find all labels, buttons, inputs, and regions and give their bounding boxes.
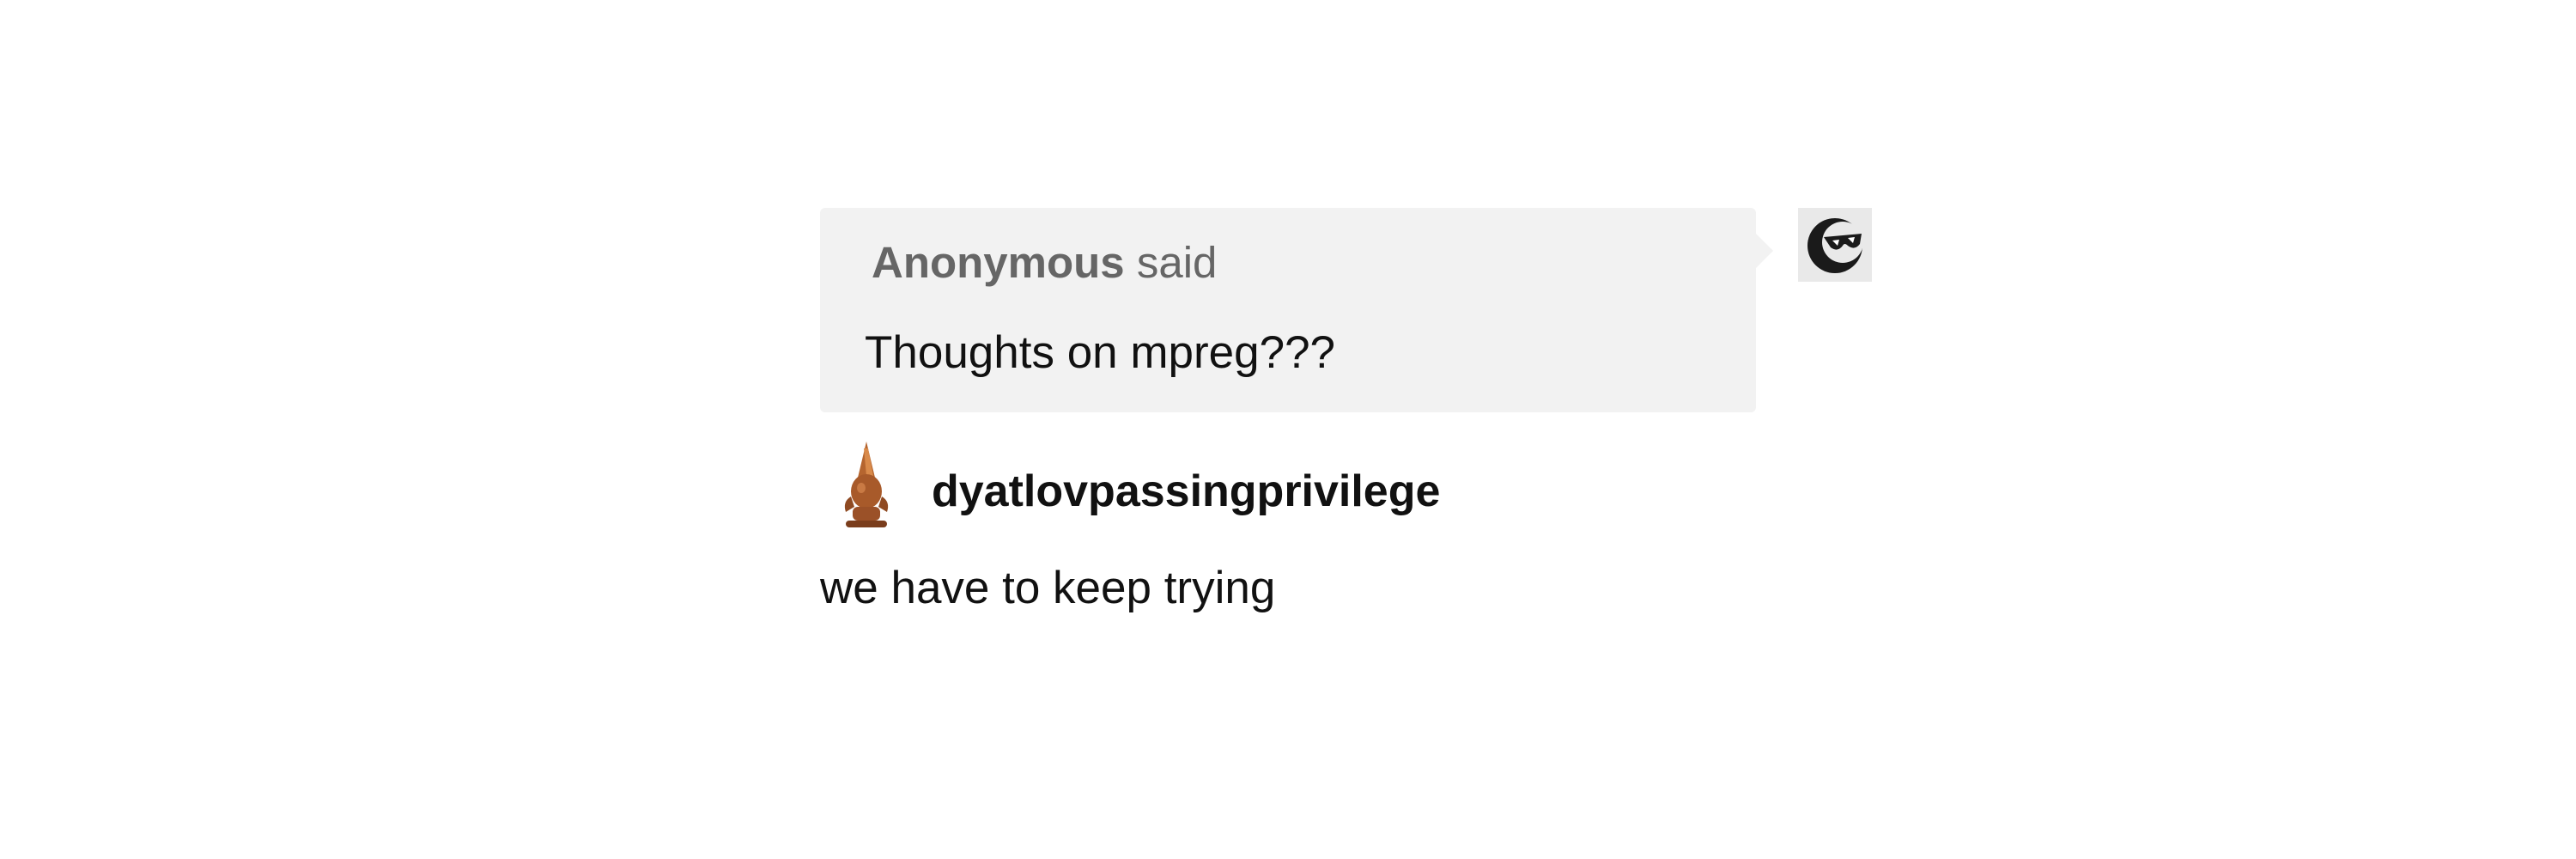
answer-text: we have to keep trying [820, 563, 1276, 613]
post: Anonymous said Thoughts on mpreg??? dyat… [0, 0, 2576, 859]
asker-name[interactable]: Anonymous [872, 238, 1125, 287]
ask-bubble: Anonymous said Thoughts on mpreg??? [820, 208, 1773, 412]
question-text: Thoughts on mpreg??? [865, 327, 1336, 378]
asker-line: Anonymous said [872, 237, 1217, 288]
asker-verb: said [1136, 238, 1218, 287]
asker-avatar[interactable] [1798, 208, 1872, 282]
sunglasses-face-icon [1807, 218, 1863, 273]
answerer-name[interactable]: dyatlovpassingprivilege [932, 466, 1440, 517]
ask-bubble-tail [1756, 234, 1773, 268]
answerer-row: dyatlovpassingprivilege [820, 436, 1850, 531]
gnome-figurine-icon[interactable] [835, 440, 897, 533]
